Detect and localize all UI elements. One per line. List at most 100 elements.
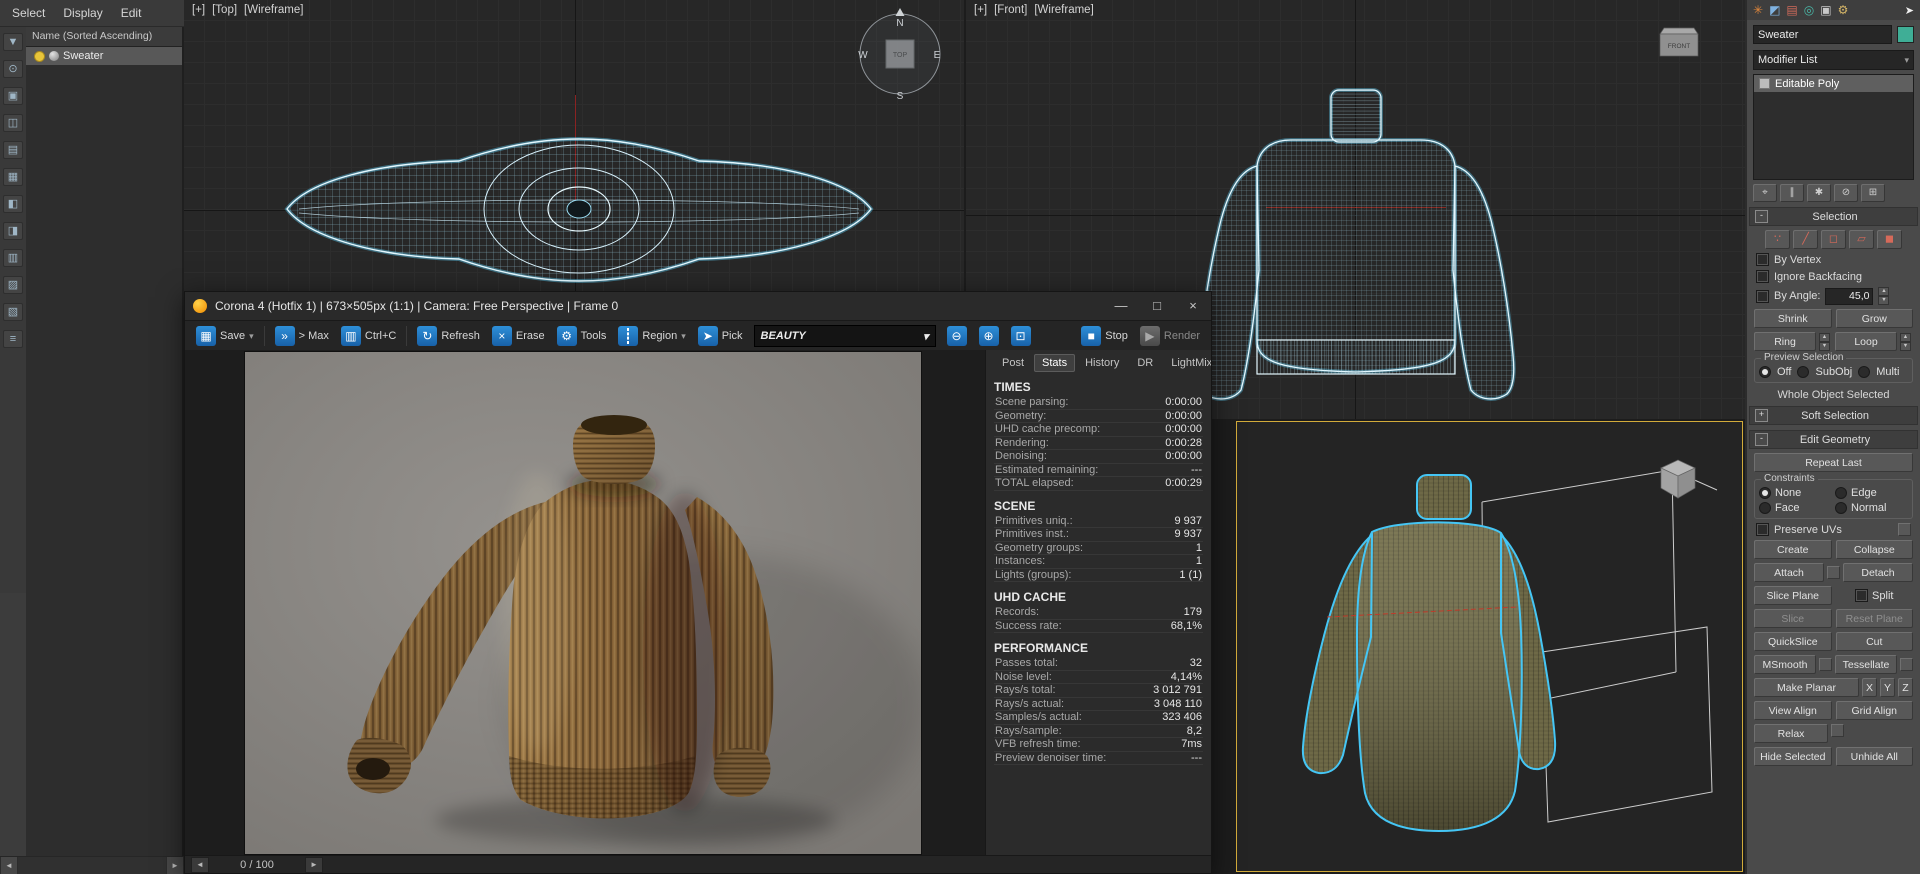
- stack-item-editable-poly[interactable]: Editable Poly: [1754, 75, 1913, 92]
- slice-plane-button[interactable]: Slice Plane: [1754, 586, 1832, 605]
- relax-settings-button[interactable]: [1831, 724, 1844, 737]
- create-tab-icon[interactable]: ✳: [1753, 1, 1763, 19]
- grow-button[interactable]: Grow: [1835, 309, 1913, 328]
- cut-button[interactable]: Cut: [1835, 632, 1913, 651]
- viewport-shading-menu[interactable]: [Wireframe]: [244, 4, 303, 16]
- hierarchy-tab-icon[interactable]: ▤: [1786, 1, 1797, 19]
- reset-plane-button[interactable]: Reset Plane: [1835, 609, 1913, 628]
- subobject-level-icon[interactable]: ∵: [1765, 230, 1790, 249]
- explorer-tool-icon[interactable]: ▥: [3, 249, 23, 267]
- modifier-stack[interactable]: Editable Poly: [1753, 74, 1914, 180]
- stop-button[interactable]: ■ Stop: [1076, 324, 1133, 348]
- chevron-down-icon[interactable]: ▾: [249, 331, 254, 342]
- attach-button[interactable]: Attach: [1754, 563, 1824, 582]
- viewport-view-menu[interactable]: [Front]: [994, 4, 1027, 16]
- chevron-down-icon[interactable]: ▾: [681, 331, 686, 342]
- vfb-titlebar[interactable]: Corona 4 (Hotfix 1) | 673×505px (1:1) | …: [185, 292, 1211, 321]
- ring-spinner[interactable]: ▲ ▼: [1819, 332, 1830, 351]
- ring-button[interactable]: Ring: [1754, 332, 1816, 351]
- by-angle-value-field[interactable]: 45,0: [1825, 287, 1874, 305]
- menu-item[interactable]: Display: [63, 6, 102, 20]
- stack-tool-icon[interactable]: ⊘: [1834, 184, 1858, 202]
- quickslice-button[interactable]: QuickSlice: [1754, 632, 1832, 651]
- scroll-right-icon[interactable]: ►: [166, 857, 184, 874]
- preview-subobj-radio[interactable]: [1797, 366, 1810, 378]
- maximize-button[interactable]: □: [1139, 292, 1175, 320]
- compass-south-label[interactable]: S: [897, 91, 904, 102]
- ignore-backfacing-checkbox[interactable]: [1756, 270, 1769, 283]
- stack-tool-icon[interactable]: ⌖: [1753, 184, 1777, 202]
- stack-tool-icon[interactable]: ∥: [1780, 184, 1804, 202]
- stack-tool-icon[interactable]: ⊞: [1861, 184, 1885, 202]
- planar-x-button[interactable]: X: [1862, 678, 1877, 697]
- explorer-tool-icon[interactable]: ▦: [3, 168, 23, 186]
- tab-dr[interactable]: DR: [1129, 354, 1161, 372]
- scroll-left-icon[interactable]: ◄: [0, 857, 18, 874]
- constraint-face-radio[interactable]: [1759, 502, 1771, 514]
- collapse-icon[interactable]: -: [1755, 210, 1768, 223]
- explorer-tool-icon[interactable]: ⊙: [3, 60, 23, 78]
- tab-history[interactable]: History: [1077, 354, 1127, 372]
- progress-left-icon[interactable]: ◄: [191, 856, 209, 873]
- tools-button[interactable]: ⚙ Tools: [552, 324, 612, 348]
- close-button[interactable]: ×: [1175, 292, 1211, 320]
- viewcube-perspective[interactable]: [1655, 454, 1701, 502]
- tab-post[interactable]: Post: [994, 354, 1032, 372]
- attach-settings-button[interactable]: [1827, 566, 1840, 579]
- viewcube-front[interactable]: FRONT: [1656, 22, 1702, 62]
- explorer-tool-icon[interactable]: ◫: [3, 114, 23, 132]
- make-planar-button[interactable]: Make Planar: [1754, 678, 1859, 697]
- by-angle-checkbox[interactable]: [1756, 289, 1769, 303]
- rollout-edit-geometry[interactable]: - Edit Geometry: [1749, 430, 1918, 449]
- preserve-uvs-settings-button[interactable]: [1898, 523, 1911, 536]
- explorer-tool-icon[interactable]: ▼: [3, 33, 23, 51]
- progress-right-icon[interactable]: ►: [305, 856, 323, 873]
- zoom-in-button[interactable]: ⊕: [974, 324, 1004, 348]
- explorer-sort-header[interactable]: Name (Sorted Ascending): [26, 27, 182, 47]
- viewcube-compass[interactable]: N W E S TOP: [850, 4, 950, 104]
- modifier-list-dropdown[interactable]: Modifier List ▾: [1753, 50, 1914, 70]
- repeat-last-button[interactable]: Repeat Last: [1754, 453, 1913, 472]
- motion-tab-icon[interactable]: ◎: [1804, 1, 1814, 19]
- zoom-out-button[interactable]: ⊖: [942, 324, 972, 348]
- refresh-button[interactable]: ↻ Refresh: [412, 324, 485, 348]
- explorer-tool-icon[interactable]: ≡: [3, 330, 23, 348]
- preserve-uvs-checkbox[interactable]: [1756, 523, 1769, 536]
- grid-align-button[interactable]: Grid Align: [1835, 701, 1913, 720]
- subobject-level-icon[interactable]: ╱: [1793, 230, 1818, 249]
- subobject-level-icon[interactable]: ◼: [1877, 230, 1902, 249]
- subobject-level-icon[interactable]: ▱: [1849, 230, 1874, 249]
- modify-tab-icon[interactable]: ◩: [1769, 1, 1780, 19]
- rendered-image[interactable]: [245, 352, 921, 854]
- stack-tool-icon[interactable]: ✱: [1807, 184, 1831, 202]
- menu-item[interactable]: Select: [12, 6, 45, 20]
- constraint-normal-radio[interactable]: [1835, 502, 1847, 514]
- msmooth-button[interactable]: MSmooth: [1754, 655, 1816, 674]
- copy-to-max-button[interactable]: » > Max: [270, 324, 334, 348]
- explorer-item-sweater[interactable]: Sweater: [26, 47, 182, 65]
- menu-item[interactable]: Edit: [121, 6, 142, 20]
- explorer-tool-icon[interactable]: ◧: [3, 195, 23, 213]
- compass-east-label[interactable]: E: [934, 50, 941, 61]
- save-button[interactable]: ▦ Save ▾: [191, 324, 259, 348]
- object-name-field[interactable]: [1753, 25, 1892, 44]
- utilities-tab-icon[interactable]: ⚙: [1838, 1, 1849, 19]
- pick-button[interactable]: ➤ Pick: [693, 324, 748, 348]
- explorer-horizontal-scrollbar[interactable]: ◄ ►: [0, 856, 184, 874]
- collapse-button[interactable]: Collapse: [1835, 540, 1913, 559]
- region-button[interactable]: Region ▾: [613, 324, 690, 348]
- explorer-tool-icon[interactable]: ▤: [3, 141, 23, 159]
- unhide-all-button[interactable]: Unhide All: [1835, 747, 1913, 766]
- object-color-swatch[interactable]: [1897, 26, 1914, 43]
- explorer-tool-icon[interactable]: ▧: [3, 303, 23, 321]
- by-angle-spinner[interactable]: ▲ ▼: [1878, 287, 1890, 305]
- tab-stats[interactable]: Stats: [1034, 354, 1076, 372]
- preview-off-radio[interactable]: [1759, 366, 1771, 378]
- viewport-perspective[interactable]: [1236, 421, 1743, 872]
- minimize-button[interactable]: —: [1103, 292, 1139, 320]
- hide-selected-button[interactable]: Hide Selected: [1754, 747, 1832, 766]
- split-checkbox[interactable]: [1855, 589, 1869, 602]
- subobject-level-icon[interactable]: ◻: [1821, 230, 1846, 249]
- shrink-button[interactable]: Shrink: [1754, 309, 1832, 328]
- rollout-soft-selection[interactable]: + Soft Selection: [1749, 406, 1918, 425]
